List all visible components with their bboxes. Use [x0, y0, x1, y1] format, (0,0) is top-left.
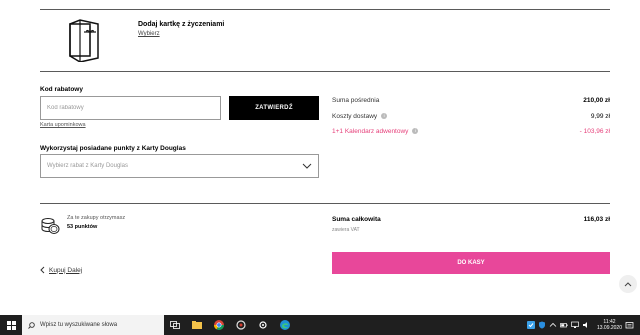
settings-icon[interactable]: [252, 315, 274, 335]
cart-page: Dodaj kartkę z życzeniami Wybierz Kod ra…: [0, 0, 640, 315]
divider: [40, 203, 610, 204]
total-label: Suma całkowita: [332, 216, 381, 223]
notifications-icon[interactable]: [625, 321, 634, 330]
clock-date: 13.09.2020: [596, 325, 622, 331]
windows-taskbar: Wpisz tu wyszukiwane słowa 11:42 13.09.2…: [0, 315, 640, 335]
coins-icon: [41, 218, 60, 234]
greeting-card-icon: [69, 19, 99, 62]
total-value: 116,03 zł: [583, 216, 610, 223]
subtotal-label: Suma pośrednia: [332, 97, 380, 104]
info-icon[interactable]: i: [381, 113, 388, 120]
shield-icon[interactable]: [538, 321, 546, 329]
shipping-value: 9,99 zł: [590, 113, 610, 120]
network-icon[interactable]: [571, 321, 579, 329]
promo-code-input[interactable]: [40, 96, 221, 120]
chevron-down-icon: [302, 163, 312, 169]
discount-row: 1+1 Kalendarz adwentowy i - 103,96 zł: [332, 128, 610, 135]
reward-text: Za te zakupy otrzymasz: [67, 215, 126, 221]
continue-shopping-label: Kupuj Dalej: [49, 266, 83, 274]
discount-label: 1+1 Kalendarz adwentowy: [332, 128, 409, 135]
continue-shopping-link[interactable]: Kupuj Dalej: [40, 266, 82, 274]
shipping-row: Koszty dostawy i 9,99 zł: [332, 113, 610, 120]
system-tray: 11:42 13.09.2020: [526, 315, 640, 335]
file-explorer-icon[interactable]: [186, 315, 208, 335]
shipping-label: Koszty dostawy: [332, 113, 378, 120]
taskbar-search-placeholder: Wpisz tu wyszukiwane słowa: [40, 322, 118, 328]
edge-icon[interactable]: [274, 315, 296, 335]
vpn-icon[interactable]: [526, 321, 535, 329]
chevron-up-icon: [624, 281, 632, 286]
divider: [40, 9, 610, 10]
search-icon: [28, 321, 35, 329]
discount-value: - 103,96 zł: [579, 128, 610, 135]
windows-logo-icon: [6, 320, 16, 330]
volume-icon[interactable]: [582, 321, 590, 329]
taskbar-clock[interactable]: 11:42 13.09.2020: [597, 319, 622, 331]
vat-note: zawiera VAT: [332, 227, 360, 233]
chrome-icon[interactable]: [208, 315, 230, 335]
chevron-left-icon: [40, 266, 45, 274]
greeting-card-title: Dodaj kartkę z życzeniami: [138, 21, 225, 28]
confirm-promo-button[interactable]: ZATWIERDŹ: [229, 96, 319, 120]
gift-card-link[interactable]: Karta upominkowa: [40, 122, 86, 128]
battery-icon[interactable]: [560, 321, 568, 329]
points-label: Wykorzystaj posiadane punkty z Karty Dou…: [40, 145, 186, 152]
start-button[interactable]: [0, 315, 22, 335]
scroll-to-top-button[interactable]: [619, 275, 637, 293]
promo-code-label: Kod rabatowy: [40, 86, 83, 93]
points-discount-select[interactable]: Wybierz rabat z Karty Douglas: [40, 154, 319, 178]
divider: [40, 71, 610, 72]
task-view-icon[interactable]: [164, 315, 186, 335]
taskbar-search[interactable]: Wpisz tu wyszukiwane słowa: [22, 315, 164, 335]
points-select-placeholder: Wybierz rabat z Karty Douglas: [47, 163, 128, 169]
subtotal-value: 210,00 zł: [583, 97, 610, 104]
checkout-button[interactable]: DO KASY: [332, 252, 610, 274]
choose-card-link[interactable]: Wybierz: [138, 31, 160, 37]
reward-points: 53 punktów: [67, 224, 98, 230]
app-icon[interactable]: [230, 315, 252, 335]
info-icon[interactable]: i: [412, 128, 419, 135]
subtotal-row: Suma pośrednia 210,00 zł: [332, 97, 610, 104]
tray-chevron-up-icon[interactable]: [549, 321, 557, 329]
